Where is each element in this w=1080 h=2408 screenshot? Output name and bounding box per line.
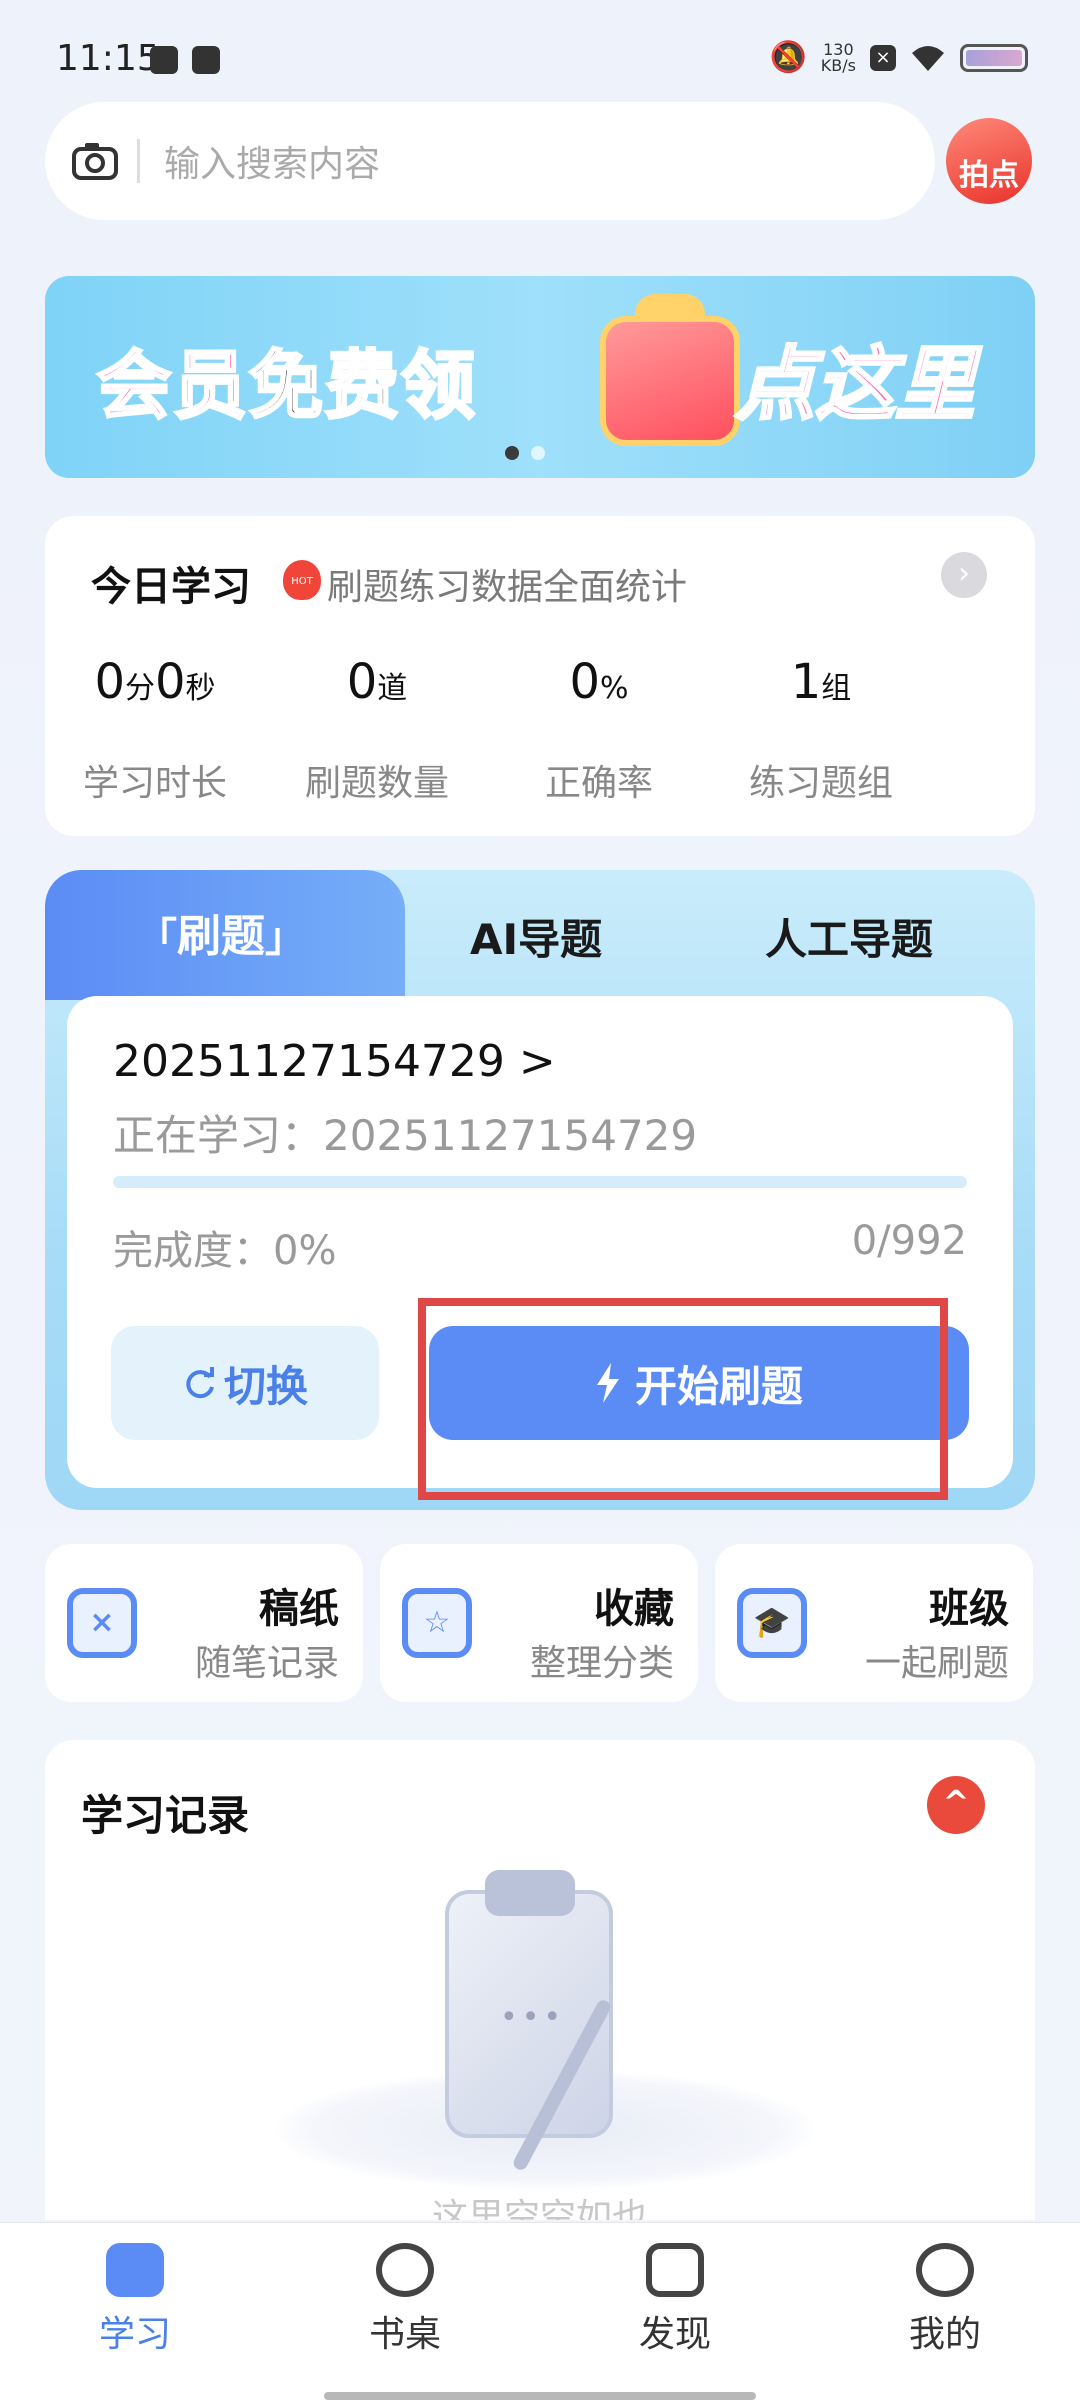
bottom-nav: 学习 书桌 发现 我的 [0,2222,1080,2408]
banner-dot [531,446,545,460]
nav-study[interactable]: 学习 [35,2243,235,2357]
search-placeholder: 输入搜索内容 [164,144,381,185]
completion-label: 完成度：0% [113,1228,337,1274]
gift-box-icon [600,316,740,446]
nav-label: 书桌 [368,2314,441,2355]
chevron-right-icon[interactable]: › [941,552,987,598]
hot-fire-icon: HOT [283,560,321,600]
nav-desk[interactable]: 书桌 [305,2243,505,2357]
tile-title: 班级 [929,1586,1009,1632]
status-bar: 11:15 🔕 130 KB/s × [0,0,1080,96]
progress-bar [113,1176,967,1188]
tile-class[interactable]: 🎓 班级 一起刷题 [715,1544,1033,1702]
paidian-label: 拍点 [959,158,1019,193]
chevron-up-icon[interactable]: ^ [927,1776,985,1834]
tile-subtitle: 整理分类 [529,1643,674,1684]
tab-practice[interactable]: 「刷题」 [45,870,405,1000]
notification-icon [150,46,178,74]
search-divider [137,139,140,183]
nav-label: 学习 [98,2314,171,2355]
wifi-icon [912,45,944,71]
net-speed: 130 KB/s [820,39,856,75]
today-study-subtitle: 刷题练习数据全面统计 [327,567,688,608]
nav-discover[interactable]: 发现 [575,2243,775,2357]
stat-label: 正确率 [544,763,653,804]
study-book-icon [106,2243,164,2297]
nav-profile[interactable]: 我的 [845,2243,1045,2357]
stat-groups: 1组 [790,654,852,710]
tile-title: 稿纸 [259,1586,339,1632]
study-records-title: 学习记录 [81,1791,250,1840]
highlight-box [418,1298,948,1500]
mute-icon: 🔕 [769,40,807,75]
nav-label: 我的 [908,2314,981,2355]
stat-accuracy: 0% [569,654,629,710]
tile-subtitle: 随笔记录 [194,1643,339,1684]
banner-left-text: 会员免费领 [96,342,477,431]
study-records-card: 学习记录 ^ ••• 这里空空如也 [45,1740,1035,2220]
desk-icon [376,2243,434,2297]
tab-practice-label: 「刷题」 [137,911,305,962]
tile-title: 收藏 [594,1586,674,1632]
status-time: 11:15 [56,38,160,79]
message-icon [192,46,220,74]
paidian-button[interactable]: 拍点 [946,118,1032,204]
stat-label: 刷题数量 [304,763,449,804]
today-study-title: 今日学习 [91,564,251,610]
tile-subtitle: 一起刷题 [864,1643,1009,1684]
tab-manual-import[interactable]: 人工导题 [765,906,933,967]
banner-pagination [505,446,545,460]
switch-button[interactable]: 切换 [111,1326,379,1440]
stat-count: 0道 [346,654,408,710]
learning-status: 正在学习：20251127154729 [113,1111,698,1160]
class-graduation-icon: 🎓 [737,1588,807,1658]
ellipsis-icon: ••• [500,2000,566,2035]
stat-label: 学习时长 [82,763,227,804]
draft-paper-icon: × [67,1588,137,1658]
search-input[interactable]: 输入搜索内容 [45,102,935,220]
stat-label: 练习题组 [748,763,893,804]
tab-ai-import[interactable]: AI导题 [470,906,602,967]
tile-favorites[interactable]: ☆ 收藏 整理分类 [380,1544,698,1702]
close-box-icon: × [870,44,896,71]
stat-duration: 0分0秒 [94,654,216,710]
profile-face-icon [916,2243,974,2297]
today-study-card[interactable]: 今日学习 HOT 刷题练习数据全面统计 › 0分0秒 0道 0% 1组 学习时长… [45,516,1035,836]
status-right-icons: 🔕 130 KB/s × [769,40,1028,75]
star-favorite-icon: ☆ [402,1588,472,1658]
battery-icon [960,43,1028,72]
clipboard-clip-icon [485,1870,575,1916]
set-name-link[interactable]: 20251127154729 > [113,1036,556,1087]
home-indicator[interactable] [324,2392,756,2400]
camera-icon[interactable] [71,141,119,181]
tile-draft-paper[interactable]: × 稿纸 随笔记录 [45,1544,363,1702]
banner-dot [505,446,519,460]
empty-state-text: 这里空空如也 [431,2197,648,2220]
nav-label: 发现 [638,2314,711,2355]
refresh-icon [186,1367,214,1399]
completion-count: 0/992 [851,1218,967,1264]
discover-stack-icon [646,2243,704,2297]
banner-right-text: 点这里 [734,337,977,433]
